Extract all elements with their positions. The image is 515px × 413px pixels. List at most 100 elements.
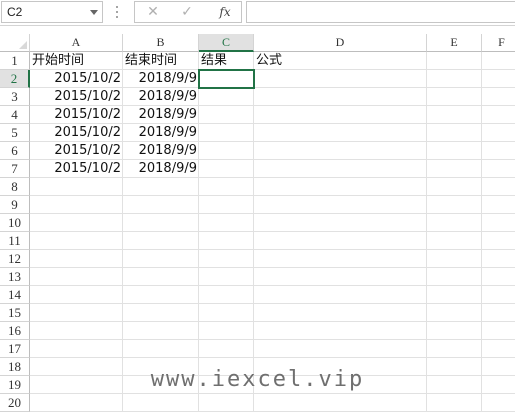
cell-c7[interactable] — [199, 160, 254, 178]
cell-c5[interactable] — [199, 124, 254, 142]
cell-b15[interactable] — [123, 304, 199, 322]
cell-f14[interactable] — [482, 286, 515, 304]
cell-c10[interactable] — [199, 214, 254, 232]
cell-a5[interactable]: 2015/10/2 — [30, 124, 123, 142]
cell-c6[interactable] — [199, 142, 254, 160]
cell-e2[interactable] — [427, 70, 482, 88]
column-header-d[interactable]: D — [254, 34, 427, 52]
cell-a7[interactable]: 2015/10/2 — [30, 160, 123, 178]
cell-d13[interactable] — [254, 268, 427, 286]
row-header-6[interactable]: 6 — [0, 142, 30, 160]
cell-d11[interactable] — [254, 232, 427, 250]
cell-d14[interactable] — [254, 286, 427, 304]
cell-b8[interactable] — [123, 178, 199, 196]
cell-e17[interactable] — [427, 340, 482, 358]
cell-a13[interactable] — [30, 268, 123, 286]
cell-f8[interactable] — [482, 178, 515, 196]
column-header-f[interactable]: F — [482, 34, 515, 52]
cell-d5[interactable] — [254, 124, 427, 142]
row-header-2[interactable]: 2 — [0, 70, 30, 88]
cell-f11[interactable] — [482, 232, 515, 250]
cell-e15[interactable] — [427, 304, 482, 322]
column-header-e[interactable]: E — [427, 34, 482, 52]
cell-d17[interactable] — [254, 340, 427, 358]
cell-d10[interactable] — [254, 214, 427, 232]
chevron-down-icon[interactable] — [90, 10, 98, 15]
cell-e6[interactable] — [427, 142, 482, 160]
cell-d3[interactable] — [254, 88, 427, 106]
cell-b12[interactable] — [123, 250, 199, 268]
cell-d4[interactable] — [254, 106, 427, 124]
cell-f7[interactable] — [482, 160, 515, 178]
cell-b16[interactable] — [123, 322, 199, 340]
row-header-9[interactable]: 9 — [0, 196, 30, 214]
row-header-16[interactable]: 16 — [0, 322, 30, 340]
select-all-button[interactable] — [0, 34, 30, 52]
cell-d16[interactable] — [254, 322, 427, 340]
column-header-b[interactable]: B — [123, 34, 199, 52]
cell-c15[interactable] — [199, 304, 254, 322]
row-header-11[interactable]: 11 — [0, 232, 30, 250]
cell-e11[interactable] — [427, 232, 482, 250]
cell-b9[interactable] — [123, 196, 199, 214]
column-header-c[interactable]: C — [199, 34, 254, 52]
cell-c1[interactable]: 结果 — [199, 52, 254, 70]
cell-d15[interactable] — [254, 304, 427, 322]
cell-a12[interactable] — [30, 250, 123, 268]
row-header-3[interactable]: 3 — [0, 88, 30, 106]
row-header-1[interactable]: 1 — [0, 52, 30, 70]
cell-e12[interactable] — [427, 250, 482, 268]
cell-e16[interactable] — [427, 322, 482, 340]
cell-e13[interactable] — [427, 268, 482, 286]
cell-f6[interactable] — [482, 142, 515, 160]
cell-a8[interactable] — [30, 178, 123, 196]
cell-f5[interactable] — [482, 124, 515, 142]
cell-c2[interactable] — [198, 69, 255, 89]
cell-c4[interactable] — [199, 106, 254, 124]
cell-e3[interactable] — [427, 88, 482, 106]
cell-b3[interactable]: 2018/9/9 — [123, 88, 199, 106]
cell-f4[interactable] — [482, 106, 515, 124]
row-header-7[interactable]: 7 — [0, 160, 30, 178]
drag-handle-icon[interactable] — [114, 4, 120, 20]
cell-c17[interactable] — [199, 340, 254, 358]
cell-c16[interactable] — [199, 322, 254, 340]
cell-c8[interactable] — [199, 178, 254, 196]
cell-b17[interactable] — [123, 340, 199, 358]
cell-e4[interactable] — [427, 106, 482, 124]
cell-a14[interactable] — [30, 286, 123, 304]
cell-f9[interactable] — [482, 196, 515, 214]
row-header-12[interactable]: 12 — [0, 250, 30, 268]
cell-a17[interactable] — [30, 340, 123, 358]
cell-c3[interactable] — [199, 88, 254, 106]
cell-a4[interactable]: 2015/10/2 — [30, 106, 123, 124]
cell-b5[interactable]: 2018/9/9 — [123, 124, 199, 142]
cell-f12[interactable] — [482, 250, 515, 268]
formula-input[interactable] — [246, 1, 515, 23]
cell-f16[interactable] — [482, 322, 515, 340]
cell-e5[interactable] — [427, 124, 482, 142]
cell-a11[interactable] — [30, 232, 123, 250]
row-header-14[interactable]: 14 — [0, 286, 30, 304]
cell-f1[interactable] — [482, 52, 515, 70]
cell-c14[interactable] — [199, 286, 254, 304]
column-header-a[interactable]: A — [30, 34, 123, 52]
cell-c9[interactable] — [199, 196, 254, 214]
cell-e8[interactable] — [427, 178, 482, 196]
cell-e10[interactable] — [427, 214, 482, 232]
row-header-17[interactable]: 17 — [0, 340, 30, 358]
row-header-13[interactable]: 13 — [0, 268, 30, 286]
cancel-icon[interactable]: ✕ — [141, 3, 165, 21]
row-header-5[interactable]: 5 — [0, 124, 30, 142]
insert-function-icon[interactable]: fx — [213, 3, 237, 21]
cell-a1[interactable]: 开始时间 — [30, 52, 123, 70]
row-header-4[interactable]: 4 — [0, 106, 30, 124]
name-box[interactable]: C2 — [1, 1, 103, 23]
enter-icon[interactable]: ✓ — [175, 3, 199, 21]
cell-e14[interactable] — [427, 286, 482, 304]
row-header-15[interactable]: 15 — [0, 304, 30, 322]
cell-d1[interactable]: 公式 — [254, 52, 427, 70]
cell-b13[interactable] — [123, 268, 199, 286]
cell-f13[interactable] — [482, 268, 515, 286]
cell-c12[interactable] — [199, 250, 254, 268]
